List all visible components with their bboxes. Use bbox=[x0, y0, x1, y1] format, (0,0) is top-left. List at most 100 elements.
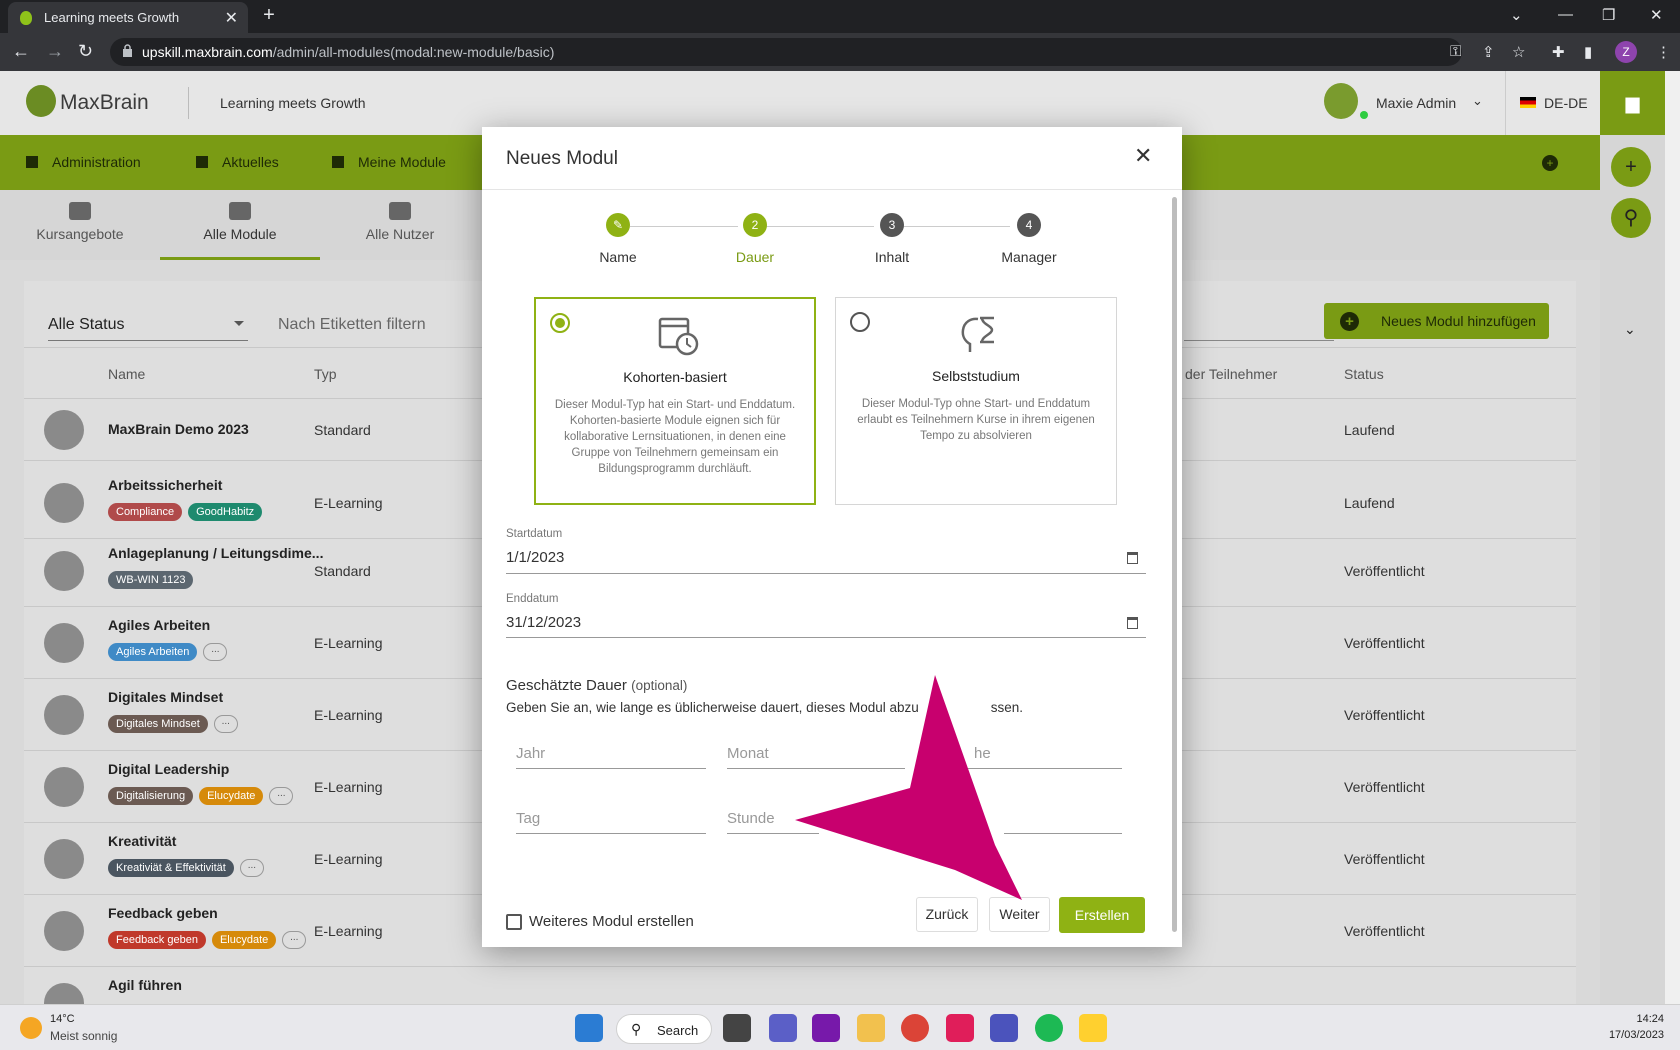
module-name[interactable]: Agil führen bbox=[108, 977, 182, 993]
month-input[interactable]: Monat bbox=[727, 745, 769, 762]
column-header-status[interactable]: Status bbox=[1344, 366, 1384, 382]
dialog-scrollbar[interactable] bbox=[1172, 197, 1177, 932]
start-date-input[interactable]: 1/1/2023 bbox=[506, 549, 564, 566]
tag-badge[interactable]: Feedback geben bbox=[108, 931, 206, 949]
more-tags-button[interactable]: ... bbox=[239, 859, 264, 877]
address-bar[interactable]: upskill.maxbrain.com/admin/all-modules(m… bbox=[110, 38, 1462, 66]
create-another-checkbox[interactable] bbox=[506, 914, 522, 930]
option-self-study-card[interactable]: Selbststudium Dieser Modul-Typ ohne Star… bbox=[835, 297, 1117, 505]
minimize-icon[interactable]: — bbox=[1558, 6, 1573, 23]
tag-badge[interactable]: Digitales Mindset bbox=[108, 715, 208, 733]
profile-avatar[interactable]: Z bbox=[1615, 41, 1637, 63]
chat-icon[interactable]: ▆ bbox=[1600, 71, 1665, 135]
restore-icon[interactable]: ❐ bbox=[1602, 6, 1615, 24]
tab-close-icon[interactable]: ✕ bbox=[225, 8, 238, 28]
app-logo[interactable]: MaxBrain bbox=[60, 91, 149, 115]
file-explorer-icon[interactable] bbox=[857, 1014, 885, 1042]
tag-badge[interactable]: GoodHabitz bbox=[188, 503, 263, 521]
more-tags-button[interactable]: ... bbox=[213, 715, 238, 733]
calendar-icon[interactable] bbox=[1127, 552, 1138, 564]
day-input[interactable]: Tag bbox=[516, 810, 540, 827]
calendar-icon[interactable] bbox=[1127, 617, 1138, 629]
language-selector[interactable]: DE-DE bbox=[1544, 95, 1588, 111]
slack-icon[interactable] bbox=[946, 1014, 974, 1042]
chat-app-icon[interactable] bbox=[769, 1014, 797, 1042]
add-circle-icon[interactable]: + bbox=[1542, 155, 1558, 171]
week-input[interactable]: he bbox=[974, 745, 991, 762]
search-field-underline[interactable] bbox=[1184, 340, 1334, 341]
page-scrollbar[interactable] bbox=[1665, 71, 1680, 1004]
nav-item-aktuelles[interactable]: Aktuelles bbox=[196, 154, 279, 170]
tag-badge[interactable]: Compliance bbox=[108, 503, 183, 521]
module-name[interactable]: Digital Leadership bbox=[108, 761, 229, 777]
windows-start-icon[interactable] bbox=[575, 1014, 603, 1042]
subnav-alle-module[interactable]: Alle Module bbox=[160, 190, 320, 260]
option-cohort-card[interactable]: Kohorten-basiert Dieser Modul-Typ hat ei… bbox=[534, 297, 816, 505]
chrome-icon[interactable] bbox=[901, 1014, 929, 1042]
tag-filter-input[interactable]: Nach Etiketten filtern bbox=[278, 311, 478, 341]
spotify-icon[interactable] bbox=[1035, 1014, 1063, 1042]
nav-item-meine-module[interactable]: Meine Module bbox=[332, 154, 446, 170]
weather-description[interactable]: Meist sonnig bbox=[50, 1029, 117, 1043]
module-name[interactable]: Agiles Arbeiten bbox=[108, 617, 210, 633]
subnav-kursangebote[interactable]: Kursangebote bbox=[24, 190, 136, 260]
more-tags-button[interactable]: ... bbox=[269, 787, 294, 805]
hour-input[interactable]: Stunde bbox=[727, 810, 775, 827]
tag-badge[interactable]: Elucydate bbox=[211, 931, 277, 949]
table-row[interactable]: Agil führen bbox=[24, 967, 1576, 1004]
window-close-icon[interactable]: ✕ bbox=[1650, 6, 1663, 24]
weather-sun-icon[interactable] bbox=[20, 1017, 42, 1039]
step-manager-label[interactable]: Manager bbox=[969, 249, 1089, 265]
forward-icon[interactable]: → bbox=[46, 41, 64, 62]
cohort-radio[interactable] bbox=[550, 313, 570, 333]
tag-badge[interactable]: Kreativiät & Effektivität bbox=[108, 859, 234, 877]
close-icon[interactable]: ✕ bbox=[1134, 145, 1152, 167]
column-header-type[interactable]: Typ bbox=[314, 366, 337, 382]
column-header-participants[interactable]: der Teilnehmer bbox=[1185, 366, 1277, 382]
tab-search-chevron-icon[interactable]: ⌄ bbox=[1510, 6, 1523, 24]
onenote-icon[interactable] bbox=[812, 1014, 840, 1042]
module-name[interactable]: Kreativität bbox=[108, 833, 176, 849]
tag-badge[interactable]: Elucydate bbox=[199, 787, 264, 805]
module-name[interactable]: Arbeitssicherheit bbox=[108, 477, 222, 493]
step-dauer-indicator[interactable]: 2 bbox=[743, 213, 767, 237]
add-module-button[interactable]: + Neues Modul hinzufügen bbox=[1324, 303, 1549, 339]
module-name[interactable]: Feedback geben bbox=[108, 905, 218, 921]
step-manager-indicator[interactable]: 4 bbox=[1017, 213, 1041, 237]
german-flag-icon[interactable] bbox=[1520, 97, 1536, 108]
new-tab-icon[interactable]: + bbox=[258, 5, 280, 27]
tag-badge[interactable]: WB-WIN 1123 bbox=[108, 571, 194, 589]
status-filter[interactable]: Alle Status bbox=[48, 311, 248, 341]
browser-menu-icon[interactable]: ⋮ bbox=[1656, 43, 1671, 61]
more-tags-button[interactable]: ... bbox=[282, 931, 307, 949]
share-icon[interactable]: ⇪ bbox=[1482, 43, 1495, 61]
chevron-down-icon[interactable]: ⌄ bbox=[1472, 93, 1483, 109]
nav-item-administration[interactable]: Administration bbox=[26, 154, 141, 170]
next-button[interactable]: Weiter bbox=[989, 897, 1050, 932]
miro-icon[interactable] bbox=[1079, 1014, 1107, 1042]
step-inhalt-indicator[interactable]: 3 bbox=[880, 213, 904, 237]
taskbar-search[interactable]: ⚲ Search bbox=[616, 1014, 712, 1044]
module-name[interactable]: Digitales Mindset bbox=[108, 689, 223, 705]
system-clock[interactable]: 14:24 17/03/2023 bbox=[1580, 1011, 1664, 1043]
module-name[interactable]: MaxBrain Demo 2023 bbox=[108, 421, 249, 437]
more-tags-button[interactable]: ... bbox=[203, 643, 228, 661]
user-name[interactable]: Maxie Admin bbox=[1376, 95, 1456, 111]
step-inhalt-label[interactable]: Inhalt bbox=[832, 249, 952, 265]
back-button[interactable]: Zurück bbox=[916, 897, 978, 932]
tag-badge[interactable]: Agiles Arbeiten bbox=[108, 643, 198, 661]
search-icon[interactable]: ⚲ bbox=[1611, 198, 1651, 238]
step-name-label[interactable]: Name bbox=[558, 249, 678, 265]
create-another-label[interactable]: Weiteres Modul erstellen bbox=[529, 913, 694, 930]
end-date-input[interactable]: 31/12/2023 bbox=[506, 614, 581, 631]
subnav-alle-nutzer[interactable]: Alle Nutzer bbox=[344, 190, 456, 260]
user-avatar[interactable] bbox=[1324, 83, 1358, 119]
reload-icon[interactable]: ↻ bbox=[78, 41, 93, 62]
teams-icon[interactable] bbox=[990, 1014, 1018, 1042]
bookmark-star-icon[interactable]: ☆ bbox=[1512, 43, 1525, 61]
create-button[interactable]: Erstellen bbox=[1059, 897, 1145, 933]
module-name[interactable]: Anlageplanung / Leitungsdime... bbox=[108, 545, 323, 561]
step-name-pencil-icon[interactable]: ✎ bbox=[606, 213, 630, 237]
tag-badge[interactable]: Digitalisierung bbox=[108, 787, 194, 805]
key-icon[interactable]: ⚿ bbox=[1450, 43, 1461, 60]
